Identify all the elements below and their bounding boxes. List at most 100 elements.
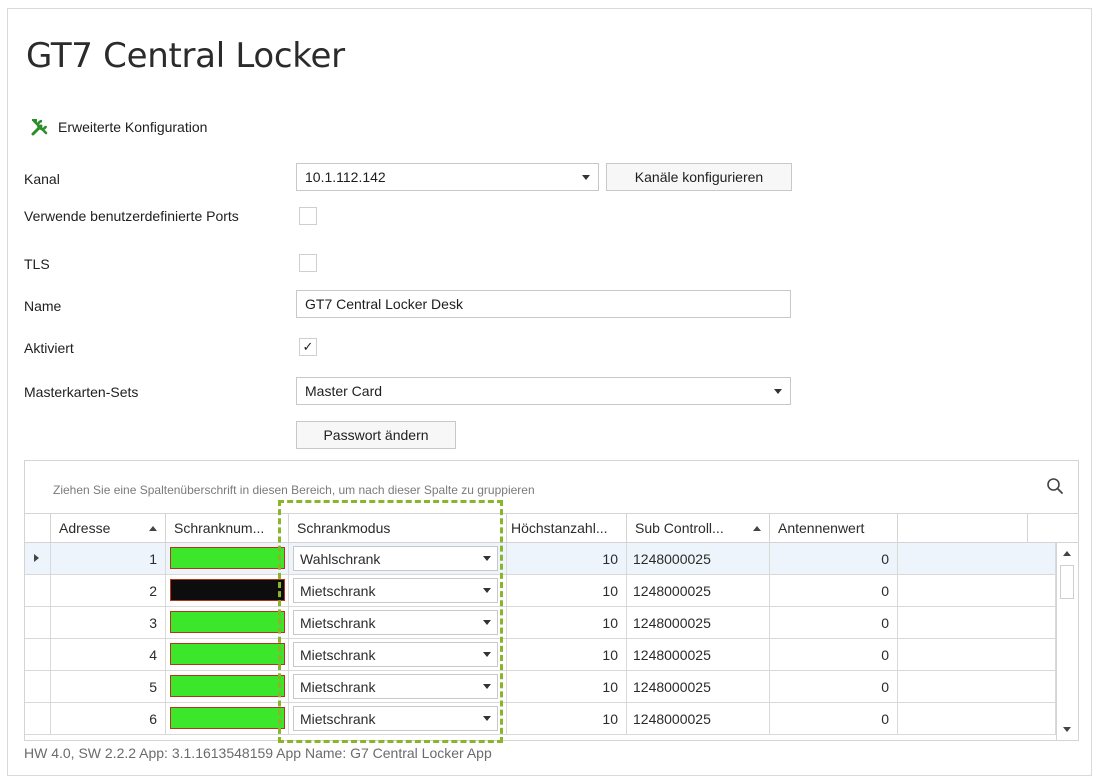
locker-mode-select[interactable]: Wahlschrank [293,546,498,571]
max-count-cell[interactable]: 10 [507,671,627,702]
locker-mode-cell[interactable]: Mietschrank [289,671,507,702]
max-count-cell[interactable]: 10 [507,703,627,734]
locker-mode-cell[interactable]: Mietschrank [289,639,507,670]
sub-controller-cell[interactable]: 1248000025 [627,639,770,670]
locker-mode-cell[interactable]: Wahlschrank [289,543,507,574]
locker-mode-select[interactable]: Mietschrank [293,706,498,731]
master-sets-value: Master Card [305,383,383,399]
column-header-hoechstanzahl[interactable]: Höchstanzahl... [507,514,627,542]
master-sets-label: Masterkarten-Sets [24,384,139,400]
table-row[interactable]: 4 Mietschrank 10 1248000025 0 [25,639,1056,671]
change-password-button[interactable]: Passwort ändern [296,421,456,449]
chevron-down-icon [483,556,491,561]
row-indicator-cell [25,639,51,670]
antenna-value-cell[interactable]: 0 [770,575,898,606]
address-cell[interactable]: 6 [51,703,166,734]
table-row[interactable]: 5 Mietschrank 10 1248000025 0 [25,671,1056,703]
locker-number-cell[interactable] [166,703,289,734]
name-label: Name [24,298,62,314]
table-row[interactable]: 3 Mietschrank 10 1248000025 0 [25,607,1056,639]
table-row[interactable]: 1 Wahlschrank 10 1248000025 0 [25,543,1056,575]
filler-cell [898,575,1056,606]
advanced-config-label: Erweiterte Konfiguration [58,119,208,135]
scroll-up-icon[interactable] [1063,551,1071,556]
column-header-filler [898,514,1028,542]
locker-mode-cell[interactable]: Mietschrank [289,575,507,606]
locker-mode-cell[interactable]: Mietschrank [289,703,507,734]
tls-label: TLS [24,256,50,272]
locker-number-cell[interactable] [166,671,289,702]
antenna-value-cell[interactable]: 0 [770,607,898,638]
address-cell[interactable]: 4 [51,639,166,670]
group-hint: Ziehen Sie eine Spaltenüberschrift in di… [53,483,535,497]
table-row[interactable]: 2 Mietschrank 10 1248000025 0 [25,575,1056,607]
address-cell[interactable]: 3 [51,607,166,638]
address-cell[interactable]: 2 [51,575,166,606]
search-icon[interactable] [1046,477,1064,498]
column-header-schranknummer[interactable]: Schranknum... [166,514,289,542]
check-icon: ✓ [302,339,314,354]
locker-number-cell[interactable] [166,543,289,574]
sub-controller-cell[interactable]: 1248000025 [627,703,770,734]
sub-controller-cell[interactable]: 1248000025 [627,543,770,574]
column-header-label: Schranknum... [174,520,265,536]
channel-select[interactable]: 10.1.112.142 [296,163,599,191]
column-header-label: Schrankmodus [297,520,391,536]
antenna-value-cell[interactable]: 0 [770,703,898,734]
advanced-config-link[interactable]: Erweiterte Konfiguration [30,118,207,136]
name-field[interactable]: GT7 Central Locker Desk [296,290,791,318]
configure-channels-button[interactable]: Kanäle konfigurieren [606,163,792,191]
name-value: GT7 Central Locker Desk [305,296,463,312]
locker-mode-value: Mietschrank [300,710,376,727]
max-count-cell[interactable]: 10 [507,543,627,574]
antenna-value-cell[interactable]: 0 [770,671,898,702]
locker-mode-value: Mietschrank [300,582,376,599]
column-header-label: Antennenwert [778,520,865,536]
scroll-down-icon[interactable] [1063,727,1071,732]
antenna-value-cell[interactable]: 0 [770,639,898,670]
chevron-down-icon [774,388,782,394]
tls-checkbox[interactable] [299,254,317,272]
sub-controller-cell[interactable]: 1248000025 [627,575,770,606]
locker-mode-value: Mietschrank [300,614,376,631]
table-row[interactable]: 6 Mietschrank 10 1248000025 0 [25,703,1056,735]
row-indicator-cell [25,703,51,734]
locker-number-cell[interactable] [166,607,289,638]
locker-mode-select[interactable]: Mietschrank [293,610,498,635]
filler-cell [898,607,1056,638]
activated-checkbox[interactable]: ✓ [299,338,317,356]
locker-mode-select[interactable]: Mietschrank [293,642,498,667]
column-header-schrankmodus[interactable]: Schrankmodus [289,514,507,542]
status-footer: HW 4.0, SW 2.2.2 App: 3.1.1613548159 App… [24,745,492,761]
sort-ascending-icon [753,525,761,531]
locker-mode-cell[interactable]: Mietschrank [289,607,507,638]
max-count-cell[interactable]: 10 [507,607,627,638]
row-indicator-cell [25,671,51,702]
max-count-cell[interactable]: 10 [507,575,627,606]
column-header-sub-controller[interactable]: Sub Controll... [627,514,770,542]
address-cell[interactable]: 5 [51,671,166,702]
column-header-adresse[interactable]: Adresse [51,514,166,542]
locker-mode-value: Mietschrank [300,678,376,695]
scroll-thumb[interactable] [1060,565,1074,599]
locker-status-swatch [170,611,285,633]
locker-mode-select[interactable]: Mietschrank [293,674,498,699]
locker-number-cell[interactable] [166,575,289,606]
sort-ascending-icon [149,525,157,531]
address-cell[interactable]: 1 [51,543,166,574]
max-count-cell[interactable]: 10 [507,639,627,670]
chevron-down-icon [483,684,491,689]
grid-header: Adresse Schranknum... Schrankmodus Höchs… [25,513,1078,543]
row-indicator-cell [25,607,51,638]
vertical-scrollbar[interactable] [1056,543,1078,740]
locker-status-swatch [170,547,285,569]
sub-controller-cell[interactable]: 1248000025 [627,607,770,638]
master-sets-select[interactable]: Master Card [296,377,791,405]
antenna-value-cell[interactable]: 0 [770,543,898,574]
sub-controller-cell[interactable]: 1248000025 [627,671,770,702]
column-header-antennenwert[interactable]: Antennenwert [770,514,898,542]
locker-number-cell[interactable] [166,639,289,670]
group-panel[interactable]: Ziehen Sie eine Spaltenüberschrift in di… [25,461,1078,513]
locker-mode-select[interactable]: Mietschrank [293,578,498,603]
custom-ports-checkbox[interactable] [299,207,317,225]
